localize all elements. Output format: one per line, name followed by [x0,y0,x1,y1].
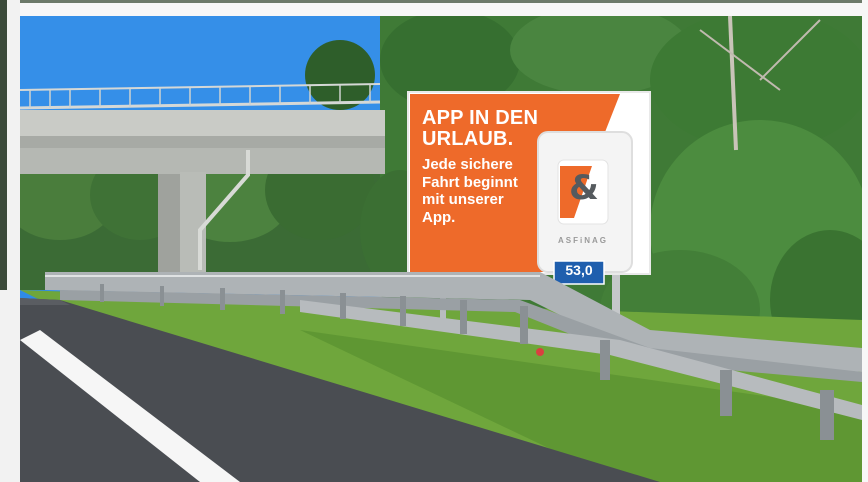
top-border [0,0,868,16]
highway-photo [20,16,862,482]
billboard-copy: APP IN DEN URLAUB. Jede sichere Fahrt be… [422,108,538,227]
photo-scene: APP IN DEN URLAUB. Jede sichere Fahrt be… [0,0,868,482]
right-border [862,0,868,482]
billboard-subline-4: App. [422,209,456,227]
billboard-headline-2: URLAUB. [422,128,514,150]
billboard-subline-3: mit unserer [422,191,504,209]
billboard-headline-1: APP IN DEN [422,107,539,129]
billboard-subline-1: Jede sichere [422,156,513,173]
brand-ampersand-icon: & [569,168,599,208]
left-border [0,0,20,482]
billboard-subline-2: Fahrt beginnt [422,173,518,191]
kilometer-marker: 53,0 [565,262,593,278]
brand-name: ASFiNAG [558,236,608,245]
